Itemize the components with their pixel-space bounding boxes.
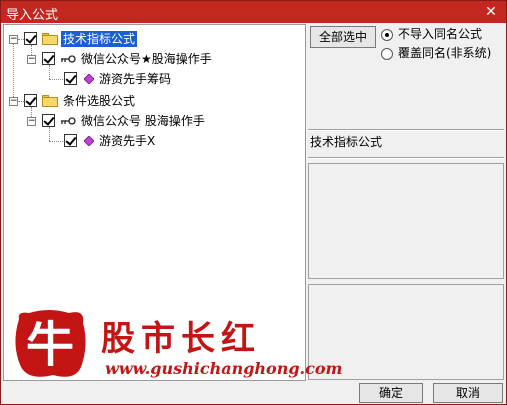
tree-node-formula-x[interactable]: 游资先手X (4, 131, 304, 151)
radio-skip-label: 不导入同名公式 (398, 27, 483, 41)
tree-node-author-group-2[interactable]: − 微信公众号 股海操作手 (4, 111, 304, 131)
separator (308, 129, 504, 131)
close-button[interactable]: ✕ (482, 3, 500, 21)
radio-skip-duplicates[interactable] (381, 29, 393, 41)
collapse-toggle[interactable]: − (27, 55, 36, 64)
formula-description-box (308, 284, 504, 380)
tree-node-label: 微信公众号 股海操作手 (81, 114, 205, 128)
import-formula-dialog: 导入公式 ✕ − 技术指标公式 − 微信公众号★股海操作手 游资先手筹码 − 条… (0, 0, 507, 405)
tree-node-label: 游资先手X (99, 134, 156, 148)
key-icon (61, 117, 76, 125)
formula-tree[interactable]: − 技术指标公式 − 微信公众号★股海操作手 游资先手筹码 − 条件选股公式 −… (3, 24, 306, 381)
tree-node-technical-indicators[interactable]: − 技术指标公式 (4, 29, 304, 49)
tree-node-label: 微信公众号★股海操作手 (81, 52, 212, 66)
tree-node-label: 游资先手筹码 (99, 72, 172, 86)
ok-button[interactable]: 确定 (359, 383, 423, 403)
radio-overwrite-label: 覆盖同名(非系统) (398, 46, 492, 60)
tree-node-author-group[interactable]: − 微信公众号★股海操作手 (4, 49, 304, 69)
tree-node-label: 技术指标公式 (61, 31, 138, 47)
separator (308, 157, 504, 159)
radio-overwrite-duplicates[interactable] (381, 48, 393, 60)
cancel-button[interactable]: 取消 (433, 383, 503, 403)
window-title: 导入公式 (6, 8, 59, 23)
node-checkbox[interactable] (64, 72, 77, 85)
tree-node-label: 条件选股公式 (63, 94, 136, 108)
collapse-toggle[interactable]: − (9, 97, 18, 106)
formula-preview-box (308, 163, 504, 279)
diamond-icon (84, 74, 94, 84)
key-icon (61, 55, 76, 63)
folder-icon (42, 95, 58, 107)
node-checkbox[interactable] (42, 52, 55, 65)
node-checkbox[interactable] (64, 134, 77, 147)
tree-node-formula-chips[interactable]: 游资先手筹码 (4, 69, 304, 89)
collapse-toggle[interactable]: − (27, 117, 36, 126)
formula-type-label: 技术指标公式 (310, 135, 383, 149)
node-checkbox[interactable] (42, 114, 55, 127)
title-bar[interactable]: 导入公式 ✕ (1, 1, 506, 23)
collapse-toggle[interactable]: − (9, 35, 18, 44)
folder-icon (42, 33, 58, 45)
select-all-button[interactable]: 全部选中 (310, 26, 376, 48)
tree-node-stock-selection[interactable]: − 条件选股公式 (4, 91, 304, 111)
node-checkbox[interactable] (24, 32, 37, 45)
diamond-icon (84, 136, 94, 146)
node-checkbox[interactable] (24, 94, 37, 107)
